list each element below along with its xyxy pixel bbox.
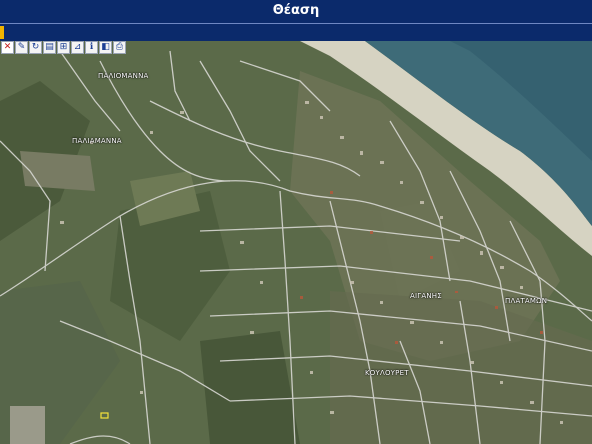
document-icon[interactable]: ▤ xyxy=(43,41,56,54)
edit-pencil-icon[interactable]: ✎ xyxy=(15,41,28,54)
map-toolbar: ✕ ✎ ↻ ▤ ⊞ ⊿ ℹ ◧ ⎙ xyxy=(0,41,126,56)
ruler-icon[interactable]: ⊞ xyxy=(57,41,70,54)
place-label-koulouretes: ΚΟΥΛΟΥΡΕΤ xyxy=(365,369,409,377)
map-imagery xyxy=(0,41,592,444)
place-label-platamon: ΠΛΑΤΑΜΩΝ xyxy=(505,297,548,305)
toolbar-strip xyxy=(0,24,592,41)
satellite-map[interactable]: ΠΑΛΙΟΜΑΝΝΑ ΠΑΛΙΑΜΑΝΝΑ ΑΙΓΑΝΗΣ ΠΛΑΤΑΜΩΝ Κ… xyxy=(0,41,592,444)
place-label-aiganis: ΑΙΓΑΝΗΣ xyxy=(410,292,442,300)
place-label-paliamanna: ΠΑΛΙΑΜΑΝΝΑ xyxy=(72,137,122,145)
layers-icon[interactable]: ◧ xyxy=(99,41,112,54)
print-icon[interactable]: ⎙ xyxy=(113,41,126,54)
place-label-paliomanna: ΠΑΛΙΟΜΑΝΝΑ xyxy=(98,72,149,80)
accent-marker xyxy=(0,26,4,39)
measure-area-icon[interactable]: ⊿ xyxy=(71,41,84,54)
close-icon[interactable]: ✕ xyxy=(1,41,14,54)
refresh-icon[interactable]: ↻ xyxy=(29,41,42,54)
window-title: Θέαση xyxy=(0,0,592,24)
info-icon[interactable]: ℹ xyxy=(85,41,98,54)
